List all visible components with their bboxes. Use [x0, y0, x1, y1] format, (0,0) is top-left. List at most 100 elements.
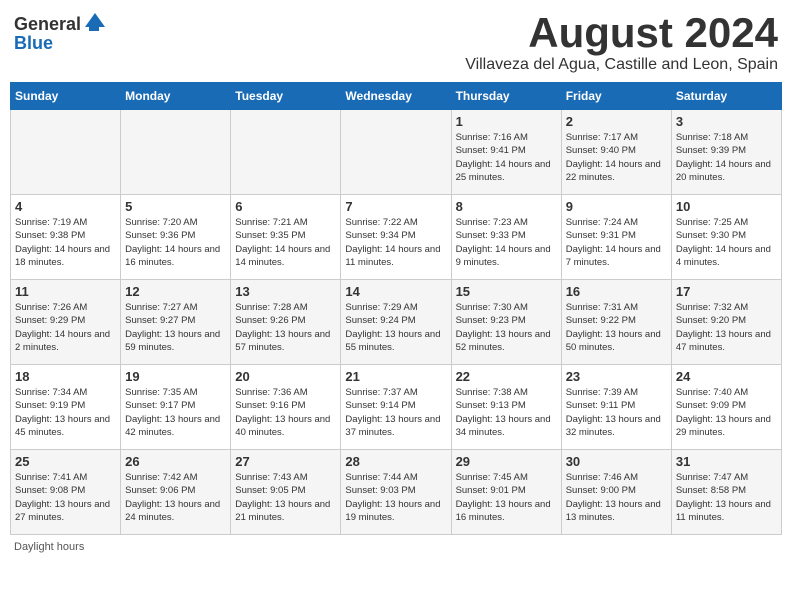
day-info: Sunrise: 7:27 AMSunset: 9:27 PMDaylight:… — [125, 301, 226, 354]
column-header-sunday: Sunday — [11, 83, 121, 110]
calendar-cell: 27 Sunrise: 7:43 AMSunset: 9:05 PMDayligh… — [231, 450, 341, 535]
calendar-cell: 1 Sunrise: 7:16 AMSunset: 9:41 PMDaylight… — [451, 110, 561, 195]
calendar-cell: 16 Sunrise: 7:31 AMSunset: 9:22 PMDayligh… — [561, 280, 671, 365]
day-number: 24 — [676, 369, 777, 384]
day-number: 21 — [345, 369, 446, 384]
calendar-cell: 18Sunrise: 7:34 AMSunset: 9:19 PMDayligh… — [11, 365, 121, 450]
day-number: 26 — [125, 454, 226, 469]
calendar-header-row: SundayMondayTuesdayWednesdayThursdayFrid… — [11, 83, 782, 110]
day-info: Sunrise: 7:31 AMSunset: 9:22 PMDaylight:… — [566, 301, 667, 354]
day-number: 30 — [566, 454, 667, 469]
day-number: 2 — [566, 114, 667, 129]
day-number: 14 — [345, 284, 446, 299]
day-info: Sunrise: 7:36 AMSunset: 9:16 PMDaylight:… — [235, 386, 336, 439]
day-info: Sunrise: 7:43 AMSunset: 9:05 PMDaylight:… — [235, 471, 336, 524]
day-number: 23 — [566, 369, 667, 384]
calendar-week-row: 4 Sunrise: 7:19 AMSunset: 9:38 PMDaylight… — [11, 195, 782, 280]
day-info: Sunrise: 7:30 AMSunset: 9:23 PMDaylight:… — [456, 301, 557, 354]
calendar-cell: 28Sunrise: 7:44 AMSunset: 9:03 PMDayligh… — [341, 450, 451, 535]
day-info: Sunrise: 7:22 AMSunset: 9:34 PMDaylight:… — [345, 216, 446, 269]
day-number: 27 — [235, 454, 336, 469]
title-block: August 2024 Villaveza del Agua, Castille… — [465, 10, 778, 74]
calendar-cell: 20 Sunrise: 7:36 AMSunset: 9:16 PMDayligh… — [231, 365, 341, 450]
calendar-week-row: 1 Sunrise: 7:16 AMSunset: 9:41 PMDaylight… — [11, 110, 782, 195]
calendar-cell: 24 Sunrise: 7:40 AMSunset: 9:09 PMDayligh… — [671, 365, 781, 450]
day-number: 6 — [235, 199, 336, 214]
calendar-cell: 3Sunrise: 7:18 AMSunset: 9:39 PMDaylight… — [671, 110, 781, 195]
day-number: 16 — [566, 284, 667, 299]
day-number: 7 — [345, 199, 446, 214]
day-number: 29 — [456, 454, 557, 469]
calendar-cell: 19 Sunrise: 7:35 AMSunset: 9:17 PMDayligh… — [121, 365, 231, 450]
page-title: August 2024 — [465, 10, 778, 56]
calendar-table: SundayMondayTuesdayWednesdayThursdayFrid… — [10, 82, 782, 535]
column-header-wednesday: Wednesday — [341, 83, 451, 110]
calendar-cell: 31 Sunrise: 7:47 AMSunset: 8:58 PMDayligh… — [671, 450, 781, 535]
day-info: Sunrise: 7:38 AMSunset: 9:13 PMDaylight:… — [456, 386, 557, 439]
page-header: General Blue August 2024 Villaveza del A… — [10, 10, 782, 74]
day-info: Sunrise: 7:39 AMSunset: 9:11 PMDaylight:… — [566, 386, 667, 439]
calendar-cell — [231, 110, 341, 195]
day-number: 12 — [125, 284, 226, 299]
calendar-cell: 5 Sunrise: 7:20 AMSunset: 9:36 PMDaylight… — [121, 195, 231, 280]
day-info: Sunrise: 7:42 AMSunset: 9:06 PMDaylight:… — [125, 471, 226, 524]
day-number: 17 — [676, 284, 777, 299]
day-number: 1 — [456, 114, 557, 129]
calendar-cell — [121, 110, 231, 195]
column-header-thursday: Thursday — [451, 83, 561, 110]
logo-icon — [85, 13, 105, 33]
day-number: 20 — [235, 369, 336, 384]
day-info: Sunrise: 7:45 AMSunset: 9:01 PMDaylight:… — [456, 471, 557, 524]
day-number: 10 — [676, 199, 777, 214]
day-info: Sunrise: 7:24 AMSunset: 9:31 PMDaylight:… — [566, 216, 667, 269]
daylight-label: Daylight hours — [14, 541, 84, 553]
calendar-cell: 22Sunrise: 7:38 AMSunset: 9:13 PMDayligh… — [451, 365, 561, 450]
day-info: Sunrise: 7:35 AMSunset: 9:17 PMDaylight:… — [125, 386, 226, 439]
day-info: Sunrise: 7:16 AMSunset: 9:41 PMDaylight:… — [456, 131, 557, 184]
day-info: Sunrise: 7:47 AMSunset: 8:58 PMDaylight:… — [676, 471, 777, 524]
column-header-tuesday: Tuesday — [231, 83, 341, 110]
calendar-cell: 11 Sunrise: 7:26 AMSunset: 9:29 PMDayligh… — [11, 280, 121, 365]
day-number: 13 — [235, 284, 336, 299]
column-header-friday: Friday — [561, 83, 671, 110]
calendar-cell: 2Sunrise: 7:17 AMSunset: 9:40 PMDaylight… — [561, 110, 671, 195]
day-info: Sunrise: 7:26 AMSunset: 9:29 PMDaylight:… — [15, 301, 116, 354]
day-number: 8 — [456, 199, 557, 214]
calendar-cell: 15Sunrise: 7:30 AMSunset: 9:23 PMDayligh… — [451, 280, 561, 365]
calendar-cell: 30Sunrise: 7:46 AMSunset: 9:00 PMDayligh… — [561, 450, 671, 535]
calendar-cell — [341, 110, 451, 195]
day-info: Sunrise: 7:28 AMSunset: 9:26 PMDaylight:… — [235, 301, 336, 354]
calendar-cell: 10Sunrise: 7:25 AMSunset: 9:30 PMDayligh… — [671, 195, 781, 280]
day-number: 11 — [15, 284, 116, 299]
calendar-cell: 9 Sunrise: 7:24 AMSunset: 9:31 PMDaylight… — [561, 195, 671, 280]
logo: General Blue — [14, 14, 105, 54]
logo-general: General — [14, 14, 81, 35]
day-number: 5 — [125, 199, 226, 214]
column-header-monday: Monday — [121, 83, 231, 110]
calendar-week-row: 11 Sunrise: 7:26 AMSunset: 9:29 PMDayligh… — [11, 280, 782, 365]
calendar-week-row: 18Sunrise: 7:34 AMSunset: 9:19 PMDayligh… — [11, 365, 782, 450]
day-info: Sunrise: 7:23 AMSunset: 9:33 PMDaylight:… — [456, 216, 557, 269]
day-number: 31 — [676, 454, 777, 469]
day-number: 4 — [15, 199, 116, 214]
day-info: Sunrise: 7:44 AMSunset: 9:03 PMDaylight:… — [345, 471, 446, 524]
column-header-saturday: Saturday — [671, 83, 781, 110]
day-info: Sunrise: 7:29 AMSunset: 9:24 PMDaylight:… — [345, 301, 446, 354]
calendar-cell: 21Sunrise: 7:37 AMSunset: 9:14 PMDayligh… — [341, 365, 451, 450]
day-info: Sunrise: 7:32 AMSunset: 9:20 PMDaylight:… — [676, 301, 777, 354]
calendar-cell: 12 Sunrise: 7:27 AMSunset: 9:27 PMDayligh… — [121, 280, 231, 365]
day-info: Sunrise: 7:19 AMSunset: 9:38 PMDaylight:… — [15, 216, 116, 269]
day-number: 18 — [15, 369, 116, 384]
day-number: 9 — [566, 199, 667, 214]
day-info: Sunrise: 7:21 AMSunset: 9:35 PMDaylight:… — [235, 216, 336, 269]
calendar-cell: 17 Sunrise: 7:32 AMSunset: 9:20 PMDayligh… — [671, 280, 781, 365]
day-number: 19 — [125, 369, 226, 384]
calendar-cell: 14 Sunrise: 7:29 AMSunset: 9:24 PMDayligh… — [341, 280, 451, 365]
calendar-cell: 25Sunrise: 7:41 AMSunset: 9:08 PMDayligh… — [11, 450, 121, 535]
calendar-cell: 7 Sunrise: 7:22 AMSunset: 9:34 PMDaylight… — [341, 195, 451, 280]
calendar-cell: 8 Sunrise: 7:23 AMSunset: 9:33 PMDaylight… — [451, 195, 561, 280]
day-info: Sunrise: 7:40 AMSunset: 9:09 PMDaylight:… — [676, 386, 777, 439]
calendar-cell: 29 Sunrise: 7:45 AMSunset: 9:01 PMDayligh… — [451, 450, 561, 535]
day-info: Sunrise: 7:20 AMSunset: 9:36 PMDaylight:… — [125, 216, 226, 269]
day-info: Sunrise: 7:41 AMSunset: 9:08 PMDaylight:… — [15, 471, 116, 524]
